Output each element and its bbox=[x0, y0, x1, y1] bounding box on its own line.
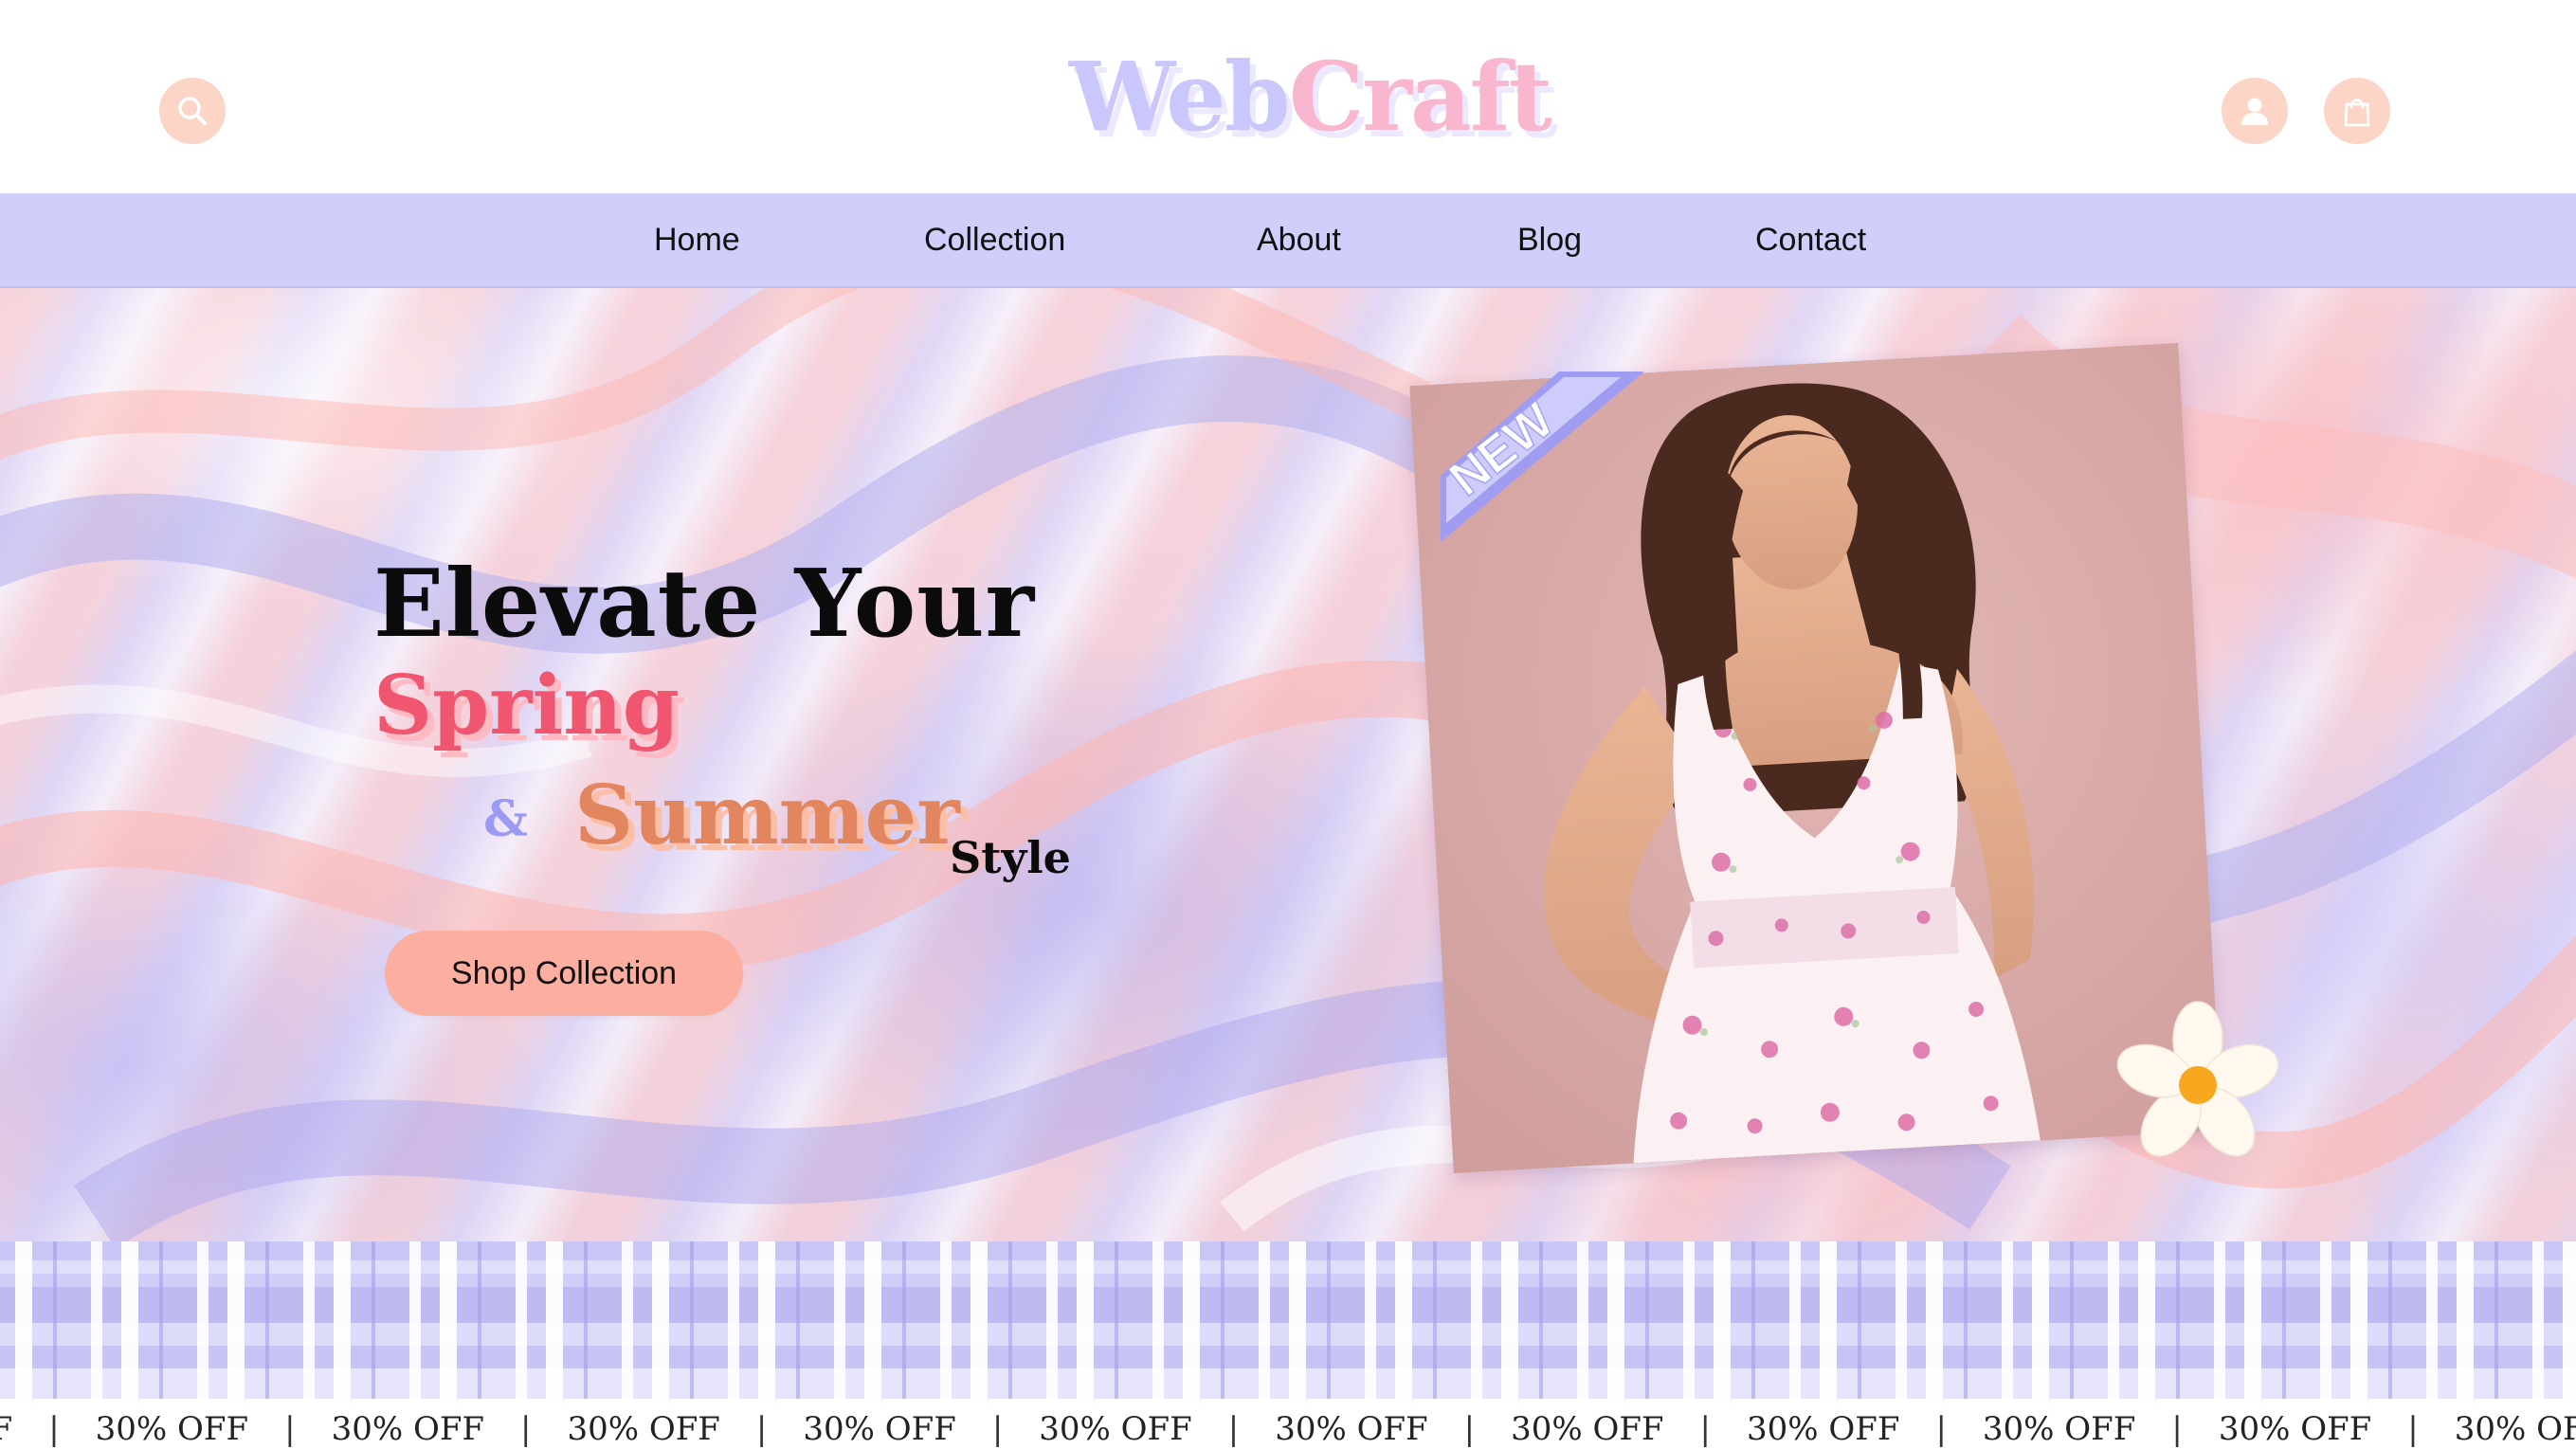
promo-separator: | bbox=[2171, 1410, 2183, 1448]
promo-item: 30% OFF bbox=[803, 1410, 956, 1448]
promo-separator: | bbox=[520, 1410, 532, 1448]
nav-item-home[interactable]: Home bbox=[654, 193, 740, 286]
hero-heading-summer: Summer bbox=[574, 768, 960, 863]
promo-item: 30% OFF bbox=[2218, 1410, 2372, 1448]
promo-separator: | bbox=[48, 1410, 60, 1448]
hero-heading-ampersand: & bbox=[483, 790, 528, 848]
promo-separator: | bbox=[1463, 1410, 1476, 1448]
promo-separator: | bbox=[1699, 1410, 1711, 1448]
promo-separator: | bbox=[1227, 1410, 1240, 1448]
plaid-divider bbox=[0, 1241, 2576, 1399]
site-logo[interactable]: WebCraft bbox=[1069, 40, 1552, 154]
promo-ticker-row: FF | 30% OFF | 30% OFF | 30% OFF | 30% OFF | 30% O… bbox=[0, 1410, 2576, 1448]
promo-item: 30% OFF bbox=[2454, 1410, 2576, 1448]
promo-item: 30% OFF bbox=[1275, 1410, 1428, 1448]
user-icon bbox=[2241, 98, 2268, 125]
promo-item: 30% OFF bbox=[1747, 1410, 1900, 1448]
promo-separator: | bbox=[1935, 1410, 1947, 1448]
cart-button[interactable] bbox=[2324, 78, 2390, 144]
nav-item-blog[interactable]: Blog bbox=[1517, 193, 1582, 286]
promo-separator: | bbox=[991, 1410, 1004, 1448]
promo-item: 30% OFF bbox=[567, 1410, 720, 1448]
promo-item: FF bbox=[0, 1410, 13, 1448]
nav-item-collection[interactable]: Collection bbox=[924, 193, 1065, 286]
search-icon bbox=[178, 97, 207, 125]
logo-text-craft: Craft bbox=[1288, 41, 1552, 153]
hero-banner: Elevate Your Spring & Summer Style Shop … bbox=[0, 288, 2576, 1241]
nav-item-about[interactable]: About bbox=[1257, 193, 1341, 286]
hero-heading-spring: Spring bbox=[373, 658, 680, 753]
new-badge: NEW bbox=[1439, 371, 1644, 542]
nav-item-contact[interactable]: Contact bbox=[1755, 193, 1866, 286]
hero-heading-style: Style bbox=[950, 832, 1071, 883]
promo-ticker: FF | 30% OFF | 30% OFF | 30% OFF | 30% OFF | 30% O… bbox=[0, 1399, 2576, 1449]
promo-item: 30% OFF bbox=[331, 1410, 484, 1448]
hero-heading-line1: Elevate Your bbox=[373, 550, 1036, 659]
shop-collection-button[interactable]: Shop Collection bbox=[385, 931, 743, 1016]
promo-item: 30% OFF bbox=[1511, 1410, 1664, 1448]
logo-text-web: Web bbox=[1069, 41, 1291, 153]
search-button[interactable] bbox=[159, 78, 226, 144]
promo-separator: | bbox=[2407, 1410, 2419, 1448]
main-nav: Home Collection About Blog Contact bbox=[0, 193, 2576, 288]
promo-item: 30% OFF bbox=[1982, 1410, 2136, 1448]
account-button[interactable] bbox=[2222, 78, 2288, 144]
shopping-bag-icon bbox=[2344, 99, 2370, 127]
promo-item: 30% OFF bbox=[1039, 1410, 1192, 1448]
site-header: WebCraft bbox=[0, 0, 2576, 193]
daisy-icon bbox=[2116, 1001, 2279, 1157]
promo-separator: | bbox=[284, 1410, 296, 1448]
promo-separator: | bbox=[755, 1410, 768, 1448]
promo-item: 30% OFF bbox=[95, 1410, 249, 1448]
